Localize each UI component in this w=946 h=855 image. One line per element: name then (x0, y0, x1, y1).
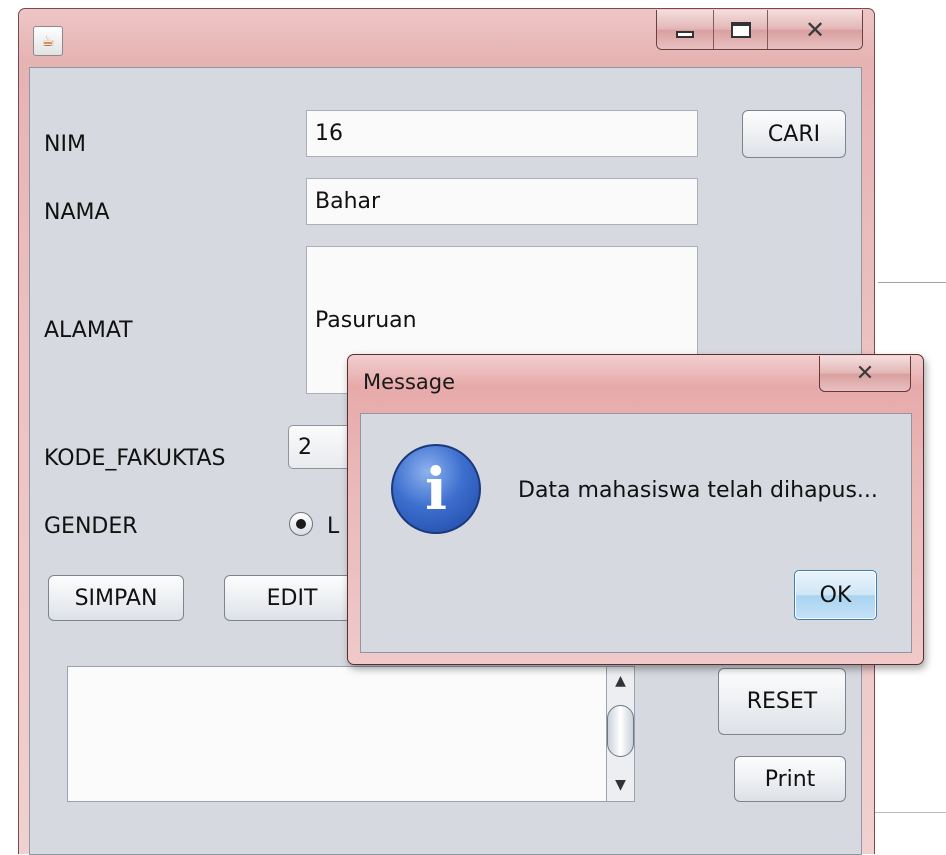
scroll-thumb[interactable] (607, 705, 634, 757)
ok-button[interactable]: OK (794, 570, 877, 620)
close-button[interactable]: ✕ (768, 10, 862, 49)
desktop-divider-bottom (875, 812, 946, 813)
gender-label: GENDER (44, 514, 138, 539)
scroll-down-icon[interactable]: ▼ (607, 775, 634, 795)
message-dialog: Message ✕ i Data mahasiswa telah dihapus… (347, 354, 924, 665)
dialog-close-button[interactable]: ✕ (819, 356, 911, 392)
cari-button[interactable]: CARI (742, 110, 846, 158)
window-caption-buttons: ✕ (656, 10, 863, 50)
alamat-label: ALAMAT (44, 318, 133, 343)
scroll-up-icon[interactable]: ▲ (607, 671, 634, 691)
dialog-message: Data mahasiswa telah dihapus... (518, 478, 878, 503)
print-button[interactable]: Print (734, 756, 846, 802)
radio-selected-dot (296, 519, 306, 529)
close-icon: ✕ (804, 15, 826, 44)
alamat-value: Pasuruan (315, 308, 417, 333)
nim-input[interactable]: 16 (306, 110, 698, 157)
simpan-button[interactable]: SIMPAN (48, 575, 184, 621)
java-coffee-icon[interactable]: ☕ (33, 26, 63, 56)
maximize-icon (730, 21, 751, 38)
kode-fakultas-label: KODE_FAKUKTAS (44, 446, 226, 471)
desktop-divider (878, 282, 946, 283)
gender-radio-l[interactable] (289, 512, 313, 536)
nama-label: NAMA (44, 200, 110, 225)
minimize-icon (676, 31, 694, 38)
dialog-title: Message (363, 370, 456, 394)
close-icon: ✕ (855, 361, 875, 386)
dialog-body: i Data mahasiswa telah dihapus... OK (360, 413, 912, 653)
data-list-area[interactable] (67, 666, 635, 802)
gender-option-label: L (327, 514, 340, 539)
minimize-button[interactable] (657, 10, 714, 49)
edit-button[interactable]: EDIT (224, 575, 360, 621)
vertical-scrollbar[interactable]: ▲ ▼ (606, 666, 635, 802)
nim-label: NIM (44, 132, 86, 157)
nama-input[interactable]: Bahar (306, 178, 698, 225)
maximize-button[interactable] (714, 10, 768, 49)
information-icon-glyph: i (424, 455, 448, 523)
information-icon: i (391, 444, 481, 534)
reset-button[interactable]: RESET (718, 668, 846, 735)
